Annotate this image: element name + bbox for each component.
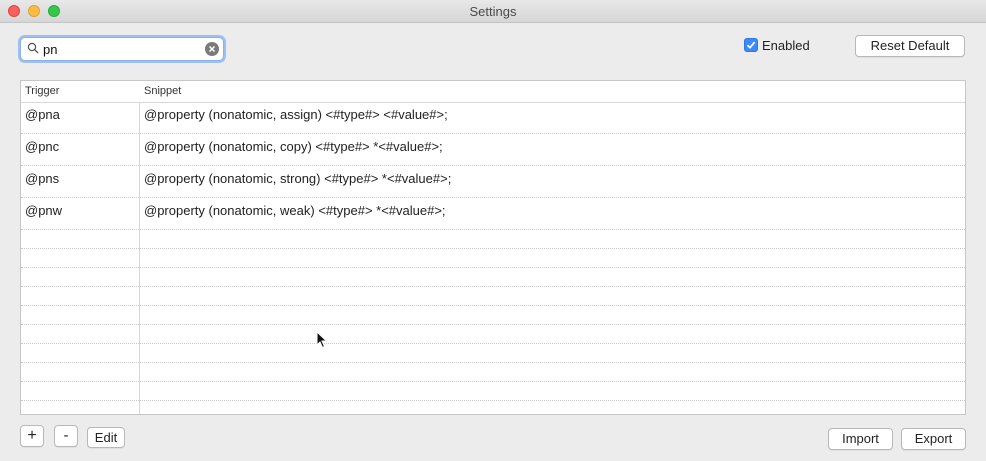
snippet-cell: @property (nonatomic, strong) <#type#> *… <box>144 171 452 186</box>
clear-search-icon[interactable] <box>205 42 219 56</box>
empty-row <box>21 230 965 249</box>
empty-row <box>21 363 965 382</box>
search-icon <box>27 42 39 57</box>
search-field[interactable] <box>20 37 224 61</box>
column-header-snippet[interactable]: Snippet <box>144 85 181 97</box>
add-snippet-button[interactable]: + <box>20 425 44 447</box>
empty-row <box>21 287 965 306</box>
mouse-pointer-icon <box>316 330 328 352</box>
reset-default-button[interactable]: Reset Default <box>855 35 965 57</box>
import-button[interactable]: Import <box>828 428 893 450</box>
remove-snippet-button[interactable]: - <box>54 425 78 447</box>
trigger-cell: @pna <box>25 107 60 122</box>
enabled-label: Enabled <box>762 38 810 53</box>
snippet-cell: @property (nonatomic, assign) <#type#> <… <box>144 107 448 122</box>
title-bar: Settings <box>0 0 986 23</box>
edit-snippet-button[interactable]: Edit <box>87 427 125 448</box>
empty-row <box>21 306 965 325</box>
snippets-table: Trigger Snippet @pna @property (nonatomi… <box>20 80 966 415</box>
trigger-cell: @pnw <box>25 203 63 218</box>
column-header-trigger[interactable]: Trigger <box>25 85 59 97</box>
trigger-cell: @pnc <box>25 139 60 154</box>
enabled-checkbox[interactable] <box>744 38 758 52</box>
empty-row <box>21 268 965 287</box>
empty-row <box>21 325 965 344</box>
search-input[interactable] <box>43 40 203 58</box>
export-button[interactable]: Export <box>901 428 966 450</box>
table-row[interactable]: @pna @property (nonatomic, assign) <#typ… <box>21 102 965 134</box>
empty-row <box>21 344 965 363</box>
snippet-cell: @property (nonatomic, copy) <#type#> *<#… <box>144 139 443 154</box>
table-header: Trigger Snippet <box>21 81 965 103</box>
empty-row <box>21 382 965 401</box>
table-row[interactable]: @pnw @property (nonatomic, weak) <#type#… <box>21 198 965 230</box>
table-row[interactable]: @pnc @property (nonatomic, copy) <#type#… <box>21 134 965 166</box>
table-row[interactable]: @pns @property (nonatomic, strong) <#typ… <box>21 166 965 198</box>
empty-row <box>21 249 965 268</box>
window-title: Settings <box>469 4 517 19</box>
trigger-cell: @pns <box>25 171 60 186</box>
snippet-cell: @property (nonatomic, weak) <#type#> *<#… <box>144 203 446 218</box>
